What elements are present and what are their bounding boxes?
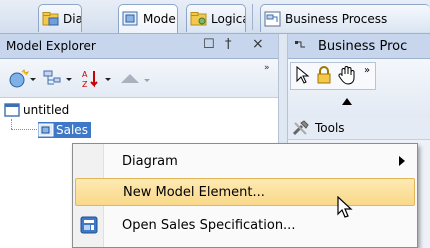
model-tree-icon bbox=[122, 11, 138, 26]
diagram-type-icon bbox=[295, 41, 305, 48]
toolbar-overflow-icon[interactable]: » bbox=[364, 65, 370, 76]
diagram-tab-bar: Diag... Mode... Logica... Business Proce… bbox=[0, 0, 430, 34]
tab-divider bbox=[252, 4, 253, 30]
menu-item-label: Diagram bbox=[122, 153, 178, 169]
context-menu: Diagram New Model Element... Open Sales … bbox=[72, 143, 418, 248]
tree-connector bbox=[11, 129, 37, 131]
specification-icon bbox=[80, 216, 98, 234]
diagram-header: Business Proc bbox=[288, 34, 430, 59]
tools-section-header[interactable]: Tools bbox=[288, 117, 430, 140]
tree-connector bbox=[11, 119, 13, 129]
tree-item-untitled[interactable]: untitled bbox=[4, 103, 69, 117]
tab-label: Diag... bbox=[63, 11, 82, 26]
business-process-diagram-icon bbox=[264, 11, 281, 26]
tree-item-sales[interactable]: Sales bbox=[38, 122, 91, 138]
pointer-tool-icon[interactable] bbox=[294, 66, 310, 84]
project-icon bbox=[4, 103, 20, 117]
tab-label: Business Process bbox=[285, 11, 388, 26]
model-explorer-header: Model Explorer ☐ † × bbox=[0, 34, 278, 59]
restore-panel-icon[interactable]: ☐ bbox=[203, 37, 215, 52]
tree-options-icon[interactable] bbox=[42, 69, 74, 89]
navigate-up-icon[interactable] bbox=[118, 69, 152, 89]
menu-item-diagram[interactable]: Diagram bbox=[75, 147, 415, 175]
menu-item-new-model-element[interactable]: New Model Element... bbox=[75, 178, 415, 206]
menu-item-open-specification[interactable]: Open Sales Specification... bbox=[75, 211, 415, 239]
svg-text:Z: Z bbox=[82, 80, 88, 89]
submenu-arrow-icon bbox=[399, 156, 405, 166]
diagram-title: Business Proc bbox=[318, 38, 408, 54]
lock-tool-icon[interactable] bbox=[316, 66, 332, 84]
folder-logical-icon bbox=[190, 11, 207, 25]
menu-item-label: Open Sales Specification... bbox=[122, 217, 296, 233]
tree-item-label: untitled bbox=[23, 103, 70, 117]
folder-diagram-icon bbox=[42, 11, 59, 25]
tools-icon bbox=[292, 120, 309, 136]
new-model-icon[interactable] bbox=[8, 69, 38, 89]
close-panel-icon[interactable]: × bbox=[252, 36, 264, 52]
panel-title: Model Explorer bbox=[6, 39, 96, 53]
tab-model-explorer[interactable]: Mode... bbox=[118, 4, 178, 33]
pin-panel-icon[interactable]: † bbox=[225, 37, 232, 52]
hand-tool-icon[interactable] bbox=[338, 65, 356, 85]
model-explorer-toolbar: A Z » bbox=[0, 59, 278, 98]
diagram-toolbar: » bbox=[288, 59, 430, 118]
tab-diagram-navigator[interactable]: Diag... bbox=[38, 4, 82, 32]
svg-text:A: A bbox=[82, 70, 88, 79]
tab-label: Logica... bbox=[211, 11, 245, 26]
tab-label: Mode... bbox=[143, 12, 177, 26]
sort-icon[interactable]: A Z bbox=[80, 68, 114, 90]
model-icon bbox=[38, 123, 54, 137]
tab-logical-view[interactable]: Logica... bbox=[186, 4, 246, 32]
tools-label: Tools bbox=[315, 121, 345, 135]
mouse-cursor-icon bbox=[337, 196, 353, 218]
toolbar-overflow-icon[interactable]: » bbox=[264, 63, 270, 73]
tab-business-process[interactable]: Business Process bbox=[260, 4, 430, 32]
collapse-up-icon[interactable] bbox=[341, 96, 353, 106]
menu-item-label: New Model Element... bbox=[123, 184, 265, 200]
tree-item-label: Sales bbox=[56, 123, 88, 137]
